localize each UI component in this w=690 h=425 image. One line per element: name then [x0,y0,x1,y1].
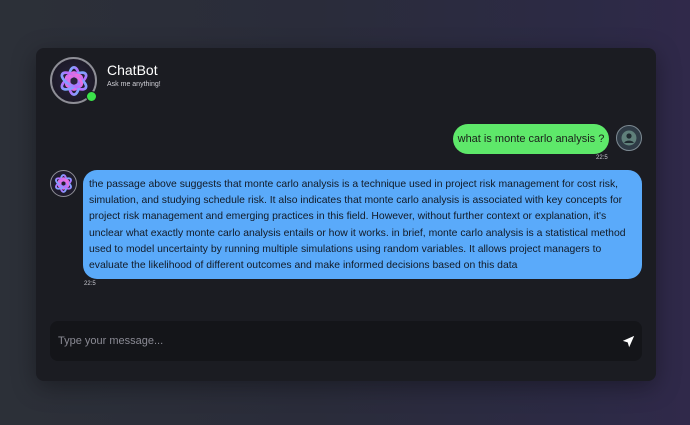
message-composer [50,321,642,361]
user-message-time: 22:5 [596,155,608,161]
chat-window: ChatBot Ask me anything! what is monte c… [36,48,656,381]
user-message-bubble: what is monte carlo analysis ? [453,124,609,154]
bot-subtitle: Ask me anything! [107,81,161,88]
bot-message-avatar [50,170,77,197]
online-status-dot [86,91,97,102]
bot-avatar [50,57,97,104]
send-icon [622,335,634,347]
bot-message-bubble: the passage above suggests that monte ca… [83,170,642,279]
message-input[interactable] [50,321,610,361]
user-icon [621,130,637,146]
user-message-text: what is monte carlo analysis ? [457,133,605,145]
bot-message-time: 22:5 [84,281,96,287]
send-button[interactable] [616,329,640,353]
bot-message-text: the passage above suggests that monte ca… [89,179,626,272]
openai-logo-icon [55,174,72,193]
openai-logo-icon [60,65,87,96]
user-avatar [616,125,642,151]
bot-name: ChatBot [107,62,158,78]
